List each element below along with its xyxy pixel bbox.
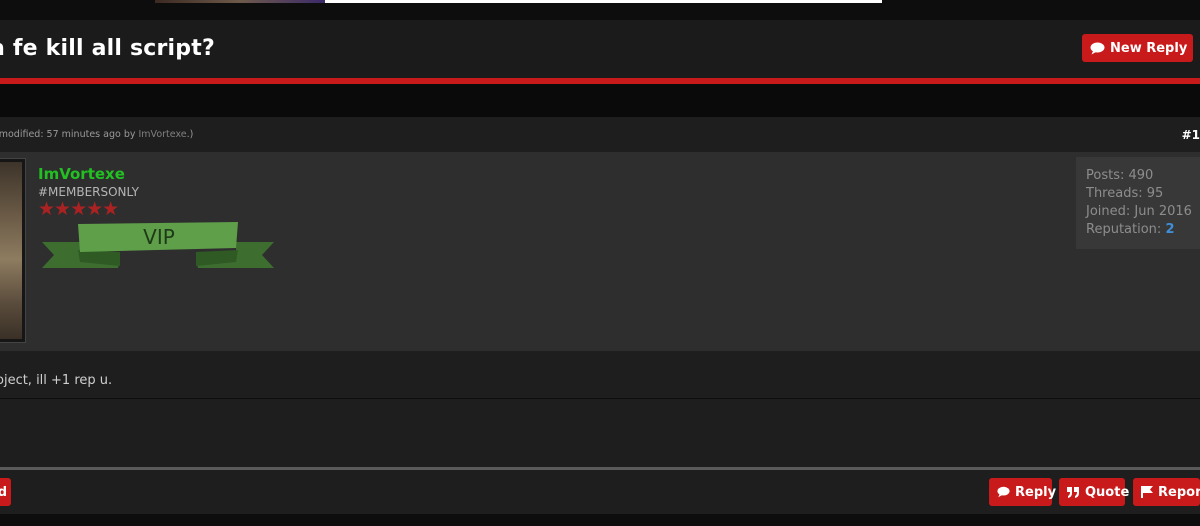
post-modified-text: t modified: 57 minutes ago by ImVortexe.… [0,129,193,140]
top-banner-strip [0,0,1200,20]
post-number-link[interactable]: #1 [1182,128,1200,142]
stat-joined: Joined: Jun 2016 [1086,204,1192,219]
reply-label: Reply [1015,484,1057,500]
modified-by-user-link[interactable]: ImVortexe [139,129,187,140]
stat-posts: Posts: 490 [1086,168,1154,183]
post-body: oject, ill +1 rep u. [0,351,1200,468]
speech-bubble-icon [1090,42,1105,54]
new-reply-button[interactable]: New Reply [1082,34,1193,62]
signature-divider [0,398,1200,399]
thread-header: a fe kill all script? [0,20,1200,78]
user-stats-panel: Posts: 490 Threads: 95 Joined: Jun 2016 … [1076,157,1200,249]
vip-ribbon-badge: VIP [42,222,274,268]
post-footer: d Reply Quote Report [0,470,1200,514]
quote-icon [1067,486,1079,498]
vip-badge-label: VIP [143,225,175,249]
post-author-block: ImVortexe #MEMBERSONLY ★★★★★ VIP Posts: … [0,152,1200,351]
author-username-link[interactable]: ImVortexe [38,165,125,183]
report-label: Report [1158,484,1200,500]
quote-button[interactable]: Quote [1059,478,1129,506]
banner-image [155,0,325,3]
partial-left-label: d [0,484,7,500]
quote-label: Quote [1085,484,1130,500]
banner-advertisement [325,0,882,3]
reply-button[interactable]: Reply [989,478,1056,506]
report-button[interactable]: Report [1133,478,1200,506]
speech-bubble-icon [997,486,1010,498]
new-reply-label: New Reply [1110,40,1188,56]
rank-stars: ★★★★★ [38,198,119,220]
flag-icon [1141,486,1153,498]
reputation-value-link[interactable]: 2 [1165,222,1174,237]
post-message: oject, ill +1 rep u. [0,373,113,388]
page-bottom-strip [0,514,1200,526]
stat-threads: Threads: 95 [1086,186,1164,201]
header-spacer [0,84,1200,117]
thread-title: a fe kill all script? [0,36,215,61]
post-meta-bar: t modified: 57 minutes ago by ImVortexe.… [0,117,1200,152]
modified-label: t modified: 57 minutes ago by [0,129,139,140]
avatar-image [0,162,22,339]
partial-left-button[interactable]: d [0,478,11,506]
modified-suffix: .) [186,129,194,140]
stat-reputation: Reputation: 2 [1086,222,1175,237]
author-usertitle: #MEMBERSONLY [38,185,139,199]
avatar[interactable] [0,158,26,343]
